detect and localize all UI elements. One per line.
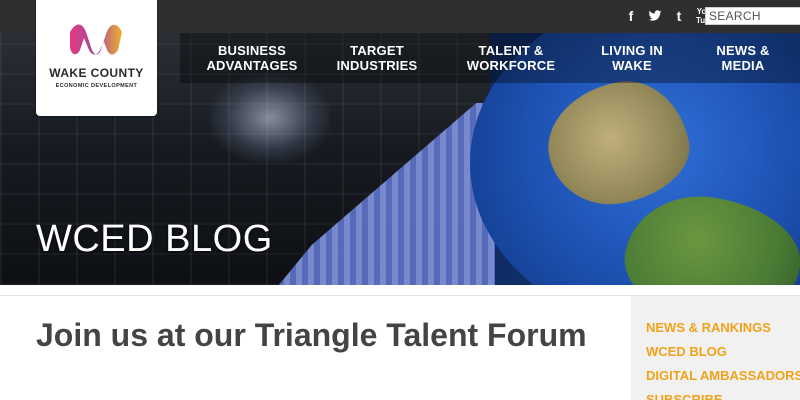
page-title: WCED BLOG — [36, 218, 273, 260]
search-input[interactable] — [705, 7, 800, 25]
nav-label: LIVING IN WAKE — [601, 43, 663, 73]
nav-living-in-wake[interactable]: LIVING IN WAKE — [582, 43, 682, 73]
nav-target-industries[interactable]: TARGET INDUSTRIES — [327, 43, 427, 73]
logo-subtitle: ECONOMIC DEVELOPMENT — [55, 83, 138, 89]
nav-label: TARGET INDUSTRIES — [336, 43, 418, 73]
content-divider — [0, 285, 800, 296]
main-nav: BUSINESS ADVANTAGES TARGET INDUSTRIES TA… — [180, 33, 800, 83]
sidebar-link-digital-ambassadors[interactable]: DIGITAL AMBASSADORS — [646, 368, 800, 383]
logo-name: WAKE COUNTY — [49, 66, 144, 80]
wake-county-logo-mark — [70, 24, 122, 55]
hero-light — [210, 73, 330, 163]
sidebar-link-wced-blog[interactable]: WCED BLOG — [646, 344, 727, 359]
facebook-icon[interactable]: f — [624, 7, 638, 25]
site-logo[interactable]: WAKE COUNTY ECONOMIC DEVELOPMENT — [36, 0, 157, 116]
sidebar: NEWS & RANKINGS WCED BLOG DIGITAL AMBASS… — [631, 296, 800, 400]
twitter-icon[interactable] — [648, 7, 662, 25]
nav-label: TALENT & WORKFORCE — [466, 43, 556, 73]
social-links: f t YouTube — [624, 7, 715, 25]
nav-talent-workforce[interactable]: TALENT & WORKFORCE — [461, 43, 561, 73]
sidebar-link-subscribe[interactable]: SUBSCRIBE — [646, 392, 723, 400]
sidebar-link-news-rankings[interactable]: NEWS & RANKINGS — [646, 320, 771, 335]
nav-label: BUSINESS ADVANTAGES — [206, 43, 298, 73]
post-title: Join us at our Triangle Talent Forum — [36, 317, 587, 353]
nav-business-advantages[interactable]: BUSINESS ADVANTAGES — [202, 43, 302, 73]
nav-news-media[interactable]: NEWS & MEDIA — [693, 43, 793, 73]
nav-label: NEWS & MEDIA — [716, 43, 770, 73]
tumblr-icon[interactable]: t — [672, 7, 686, 25]
